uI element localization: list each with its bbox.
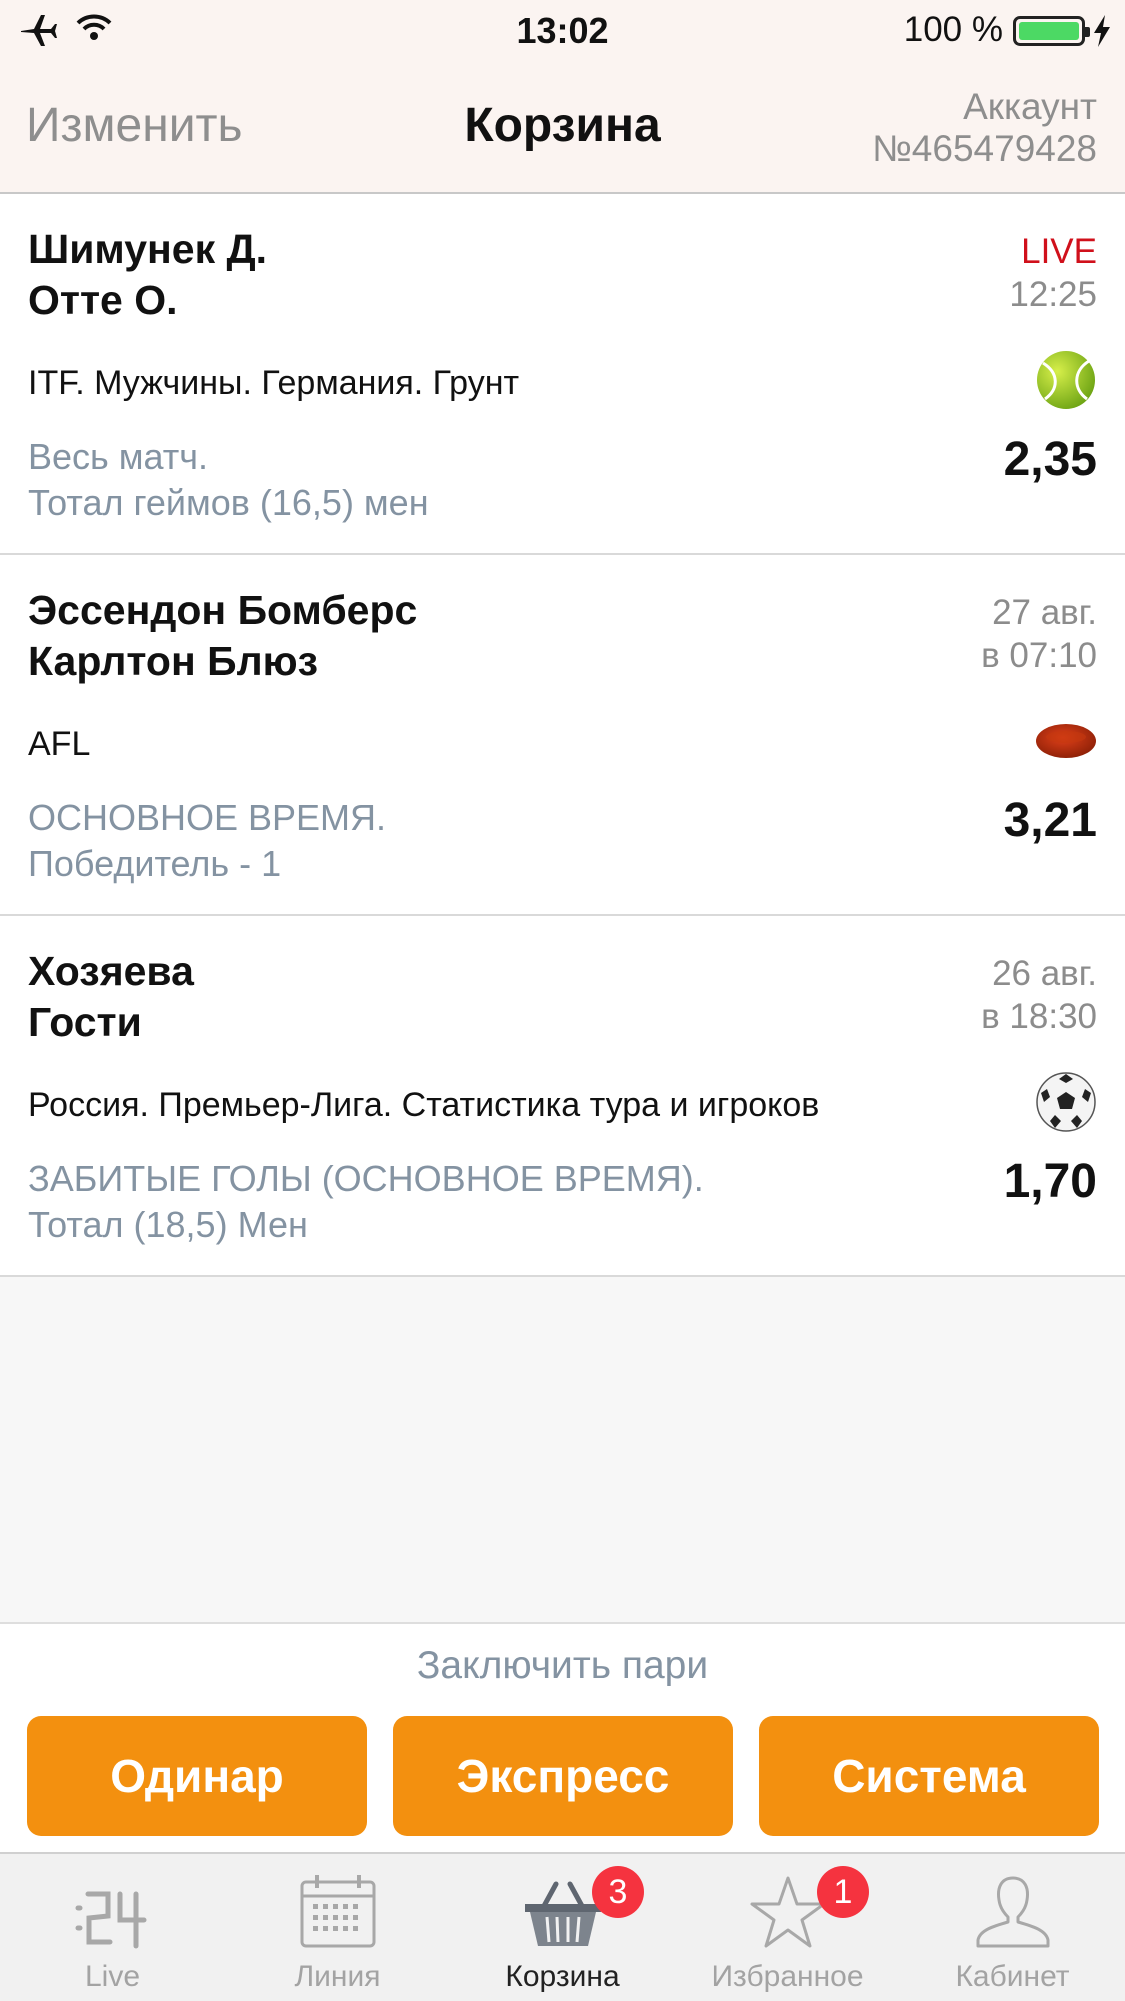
status-bar: 13:02 100 % [0,0,1125,64]
tab-label: Live [84,1960,141,1993]
basket-icon [525,1881,601,1946]
profile-icon [976,1876,1050,1948]
tab-live[interactable]: Live [0,1854,225,2001]
market-outcome: Победитель - 1 [28,843,282,884]
market-period: ОСНОВНОЕ ВРЕМЯ. [28,797,387,838]
bet-market: Весь матч. Тотал геймов (16,5) мен [28,434,429,526]
tab-label: Линия [294,1960,381,1993]
live-clock-icon [75,1891,147,1949]
team-away: Карлтон Блюз [28,638,319,684]
tab-bar: Live Линия 3 Корзина 1 Избранное Кабинет [0,1852,1125,2001]
tournament-name: Россия. Премьер-Лига. Статистика тура и … [28,1086,820,1124]
favorites-count-badge: 1 [817,1866,869,1918]
basket-count-badge: 3 [592,1866,644,1918]
bet-teams: Хозяева Гости [28,946,194,1048]
star-icon [750,1876,826,1948]
account-label: Аккаунт [963,86,1097,127]
market-period: Весь матч. [28,436,209,477]
single-bet-button[interactable]: Одинар [27,1716,367,1836]
tab-label: Кабинет [955,1960,1070,1993]
bet-item[interactable]: Шимунек Д. Отте О. LIVE 12:25 ITF. Мужчи… [0,194,1125,555]
market-period: ЗАБИТЫЕ ГОЛЫ (ОСНОВНОЕ ВРЕМЯ). [28,1158,704,1199]
account-number: №465479428 [872,128,1097,169]
tournament-name: ITF. Мужчины. Германия. Грунт [28,364,520,402]
bet-time-value: в 18:30 [981,997,1097,1036]
tab-cabinet[interactable]: Кабинет [900,1854,1125,2001]
market-outcome: Тотал (18,5) Мен [28,1204,308,1245]
team-home: Шимунек Д. [28,226,268,272]
team-home: Эссендон Бомберс [28,587,418,633]
account-info: Аккаунт №465479428 [872,86,1097,170]
bet-market: ОСНОВНОЕ ВРЕМЯ. Победитель - 1 [28,795,386,887]
bet-teams: Шимунек Д. Отте О. [28,224,267,326]
edit-button[interactable]: Изменить [26,98,243,153]
bet-time: 26 авг. в 18:30 [981,952,1097,1038]
bet-odds: 1,70 [1003,1155,1097,1208]
tab-line[interactable]: Линия [225,1854,450,2001]
team-away: Гости [28,999,142,1045]
bet-odds: 3,21 [1003,794,1097,847]
tab-favorites[interactable]: 1 Избранное [675,1854,900,2001]
nav-bar: Изменить Корзина Аккаунт №465479428 [0,64,1125,194]
tab-label: Избранное [711,1960,864,1993]
bet-time-value: в 07:10 [981,636,1097,675]
charging-bolt-icon [1094,15,1110,47]
bet-date: 26 авг. [992,954,1097,993]
battery-percent: 100 % [903,10,1003,49]
bet-item[interactable]: Эссендон Бомберс Карлтон Блюз 27 авг. в … [0,555,1125,916]
calendar-icon [300,1875,376,1948]
place-bets-panel: Заключить пари Одинар Экспресс Система [0,1622,1125,1852]
bet-list: Шимунек Д. Отте О. LIVE 12:25 ITF. Мужчи… [0,194,1125,1277]
express-bet-button[interactable]: Экспресс [393,1716,733,1836]
tab-label: Корзина [505,1960,620,1993]
bet-teams: Эссендон Бомберс Карлтон Блюз [28,585,417,687]
bet-market: ЗАБИТЫЕ ГОЛЫ (ОСНОВНОЕ ВРЕМЯ). Тотал (18… [28,1156,704,1248]
bet-date: 27 авг. [992,593,1097,632]
bet-item[interactable]: Хозяева Гости 26 авг. в 18:30 Россия. Пр… [0,916,1125,1277]
market-outcome: Тотал геймов (16,5) мен [28,482,429,523]
team-away: Отте О. [28,277,178,323]
tennis-ball-icon [1037,351,1095,409]
bet-odds: 2,35 [1003,433,1097,486]
soccer-ball-icon [1036,1072,1096,1132]
system-bet-button[interactable]: Система [759,1716,1099,1836]
football-oval-icon [1036,724,1096,758]
place-bets-label: Заключить пари [416,1644,709,1687]
tab-basket[interactable]: 3 Корзина [450,1854,675,2001]
team-home: Хозяева [28,948,194,994]
live-badge: LIVE [1021,232,1097,271]
bet-time-value: 12:25 [1009,275,1097,314]
tournament-name: AFL [28,725,91,763]
bet-time: 27 авг. в 07:10 [981,591,1097,677]
bet-time: LIVE 12:25 [1009,230,1097,316]
battery-icon [1013,16,1090,46]
